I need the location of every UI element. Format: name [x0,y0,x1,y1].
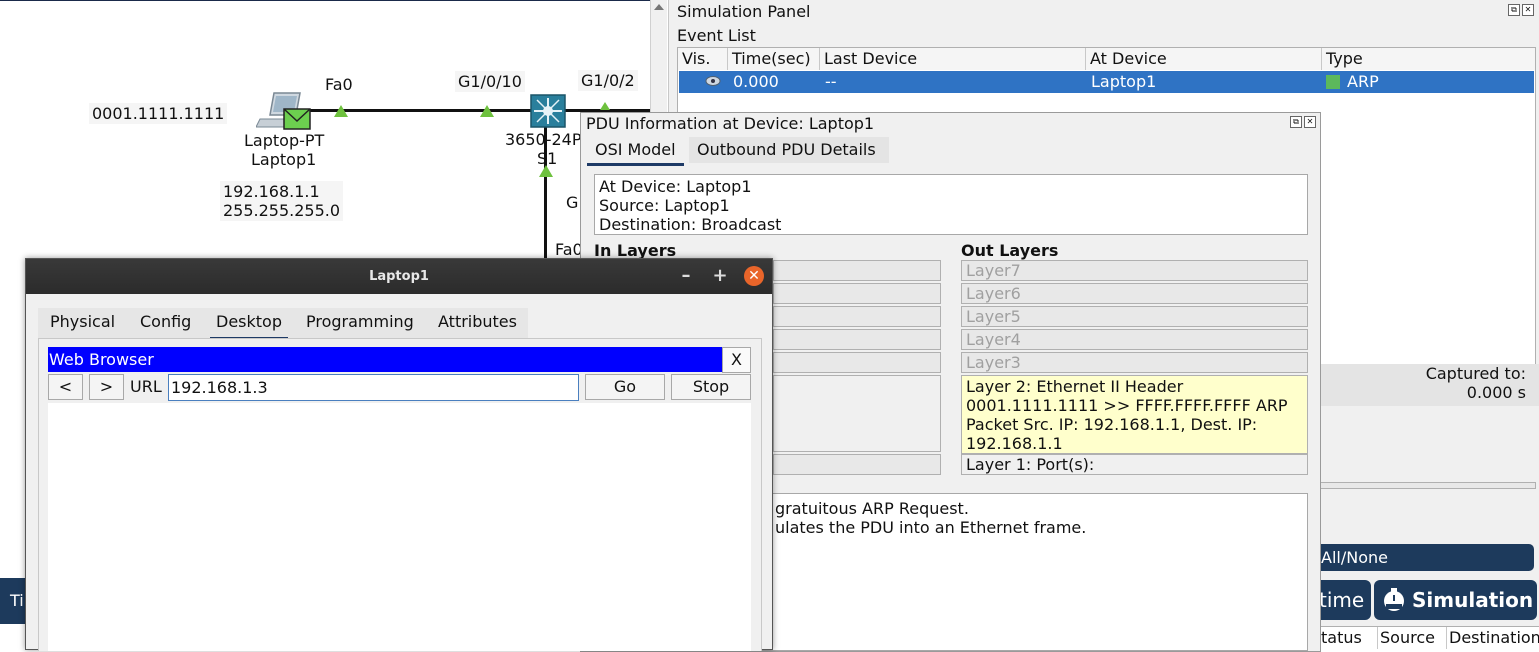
col-type[interactable]: Type [1322,48,1535,70]
description-line-1: gratuitous ARP Request. [775,499,969,518]
col-source[interactable]: Source [1377,627,1447,649]
pdu-dialog-title: PDU Information at Device: Laptop1 [586,114,875,133]
row-last-device: -- [825,72,837,91]
in-layer-1[interactable] [773,454,941,475]
laptop-mask: 255.255.255.0 [223,201,341,220]
link-light-fa0 [334,105,348,117]
tab-attributes[interactable]: Attributes [432,309,523,337]
in-layer-4[interactable] [773,329,941,350]
simulation-button[interactable]: Simulation [1374,580,1537,620]
switch-device-icon[interactable] [528,93,568,129]
laptop-model-label: Laptop-PT [244,131,325,150]
out-layer-1[interactable]: Layer 1: Port(s): [961,454,1308,475]
link-light-g102 [600,102,610,110]
laptop-mac-label: 0001.1111.1111 [89,103,228,124]
tab-programming[interactable]: Programming [300,309,420,337]
in-layer-5[interactable] [773,306,941,327]
timeline-slider[interactable] [1319,482,1536,489]
col-at-device[interactable]: At Device [1086,48,1322,70]
browser-content[interactable] [48,403,751,651]
laptop-device-icon[interactable] [255,91,316,133]
scroll-up-icon[interactable] [654,4,664,10]
port-label-fa0: Fa0 [325,75,353,94]
window-title: Laptop1 [369,269,429,284]
float-icon[interactable]: ⧉ [1290,116,1302,128]
tab-osi-model[interactable]: OSI Model [587,137,684,166]
laptop-ip-label: 192.168.1.1 255.255.255.0 [220,181,344,221]
out-layer-2[interactable]: Layer 2: Ethernet II Header 0001.1111.11… [961,375,1308,454]
tab-physical[interactable]: Physical [44,309,121,337]
col-last-device[interactable]: Last Device [820,48,1086,70]
description-line-2: ulates the PDU into an Ethernet frame. [775,518,1087,537]
stopwatch-icon [1380,586,1408,614]
tab-outbound-pdu-details[interactable]: Outbound PDU Details [689,137,889,163]
pdu-window-buttons: ⧉ ✕ [1290,116,1316,128]
link-light-g1010 [480,105,494,117]
port-label-fa0-lower: Fa0 [555,240,583,259]
pdu-destination: Destination: Broadcast [599,215,782,234]
captured-value: 0.000 s [1466,383,1526,402]
show-all-none-button[interactable]: All/None [1319,544,1534,571]
pdu-at-device: At Device: Laptop1 [599,177,752,196]
float-icon[interactable]: ⧉ [1508,4,1520,16]
tab-desktop[interactable]: Desktop [210,309,288,340]
switch-name-label: S1 [537,149,558,168]
maximize-icon[interactable]: + [710,266,730,286]
simulation-label: Simulation [1412,588,1534,612]
simulation-panel-title: Simulation Panel [677,2,811,21]
row-type: ARP [1347,72,1379,91]
go-button[interactable]: Go [585,374,665,400]
captured-area: Captured to: 0.000 s [1319,364,1539,406]
pdu-source: Source: Laptop1 [599,196,730,215]
port-label-g1010: G1/0/10 [455,71,525,92]
col-status[interactable]: tatus [1319,627,1378,649]
tab-config[interactable]: Config [134,309,197,337]
out-layer-6[interactable]: Layer6 [961,283,1308,304]
in-layer-6[interactable] [773,283,941,304]
eye-icon[interactable] [701,71,721,93]
out-layer-5[interactable]: Layer5 [961,306,1308,327]
col-vis[interactable]: Vis. [678,48,728,70]
in-layer-7[interactable] [773,260,941,281]
forward-button[interactable]: > [89,374,124,400]
out-layer-4[interactable]: Layer4 [961,329,1308,350]
pdu-summary-box: At Device: Laptop1 Source: Laptop1 Desti… [594,174,1308,235]
in-layer-3[interactable] [773,352,941,373]
out-layer-3[interactable]: Layer3 [961,352,1308,373]
row-time: 0.000 [733,72,779,91]
url-label: URL [130,377,162,396]
stop-button[interactable]: Stop [671,374,751,400]
in-layer-2[interactable] [773,375,941,452]
close-icon[interactable]: ✕ [744,266,764,286]
close-icon[interactable]: ✕ [1522,4,1534,16]
minimize-icon[interactable]: – [676,266,696,286]
window-titlebar[interactable]: Laptop1 – + ✕ [26,259,772,294]
url-input[interactable] [168,374,579,401]
browser-close-button[interactable]: X [722,347,751,373]
port-label-g102: G1/0/2 [578,70,638,91]
browser-title-bar: Web Browser [48,347,723,372]
port-label-g-partial: G [566,193,579,212]
realtime-button[interactable]: time [1319,580,1371,620]
table-row[interactable]: 0.000 -- Laptop1 ARP [679,71,1534,93]
pdu-list-header: tatus Source Destination [1319,626,1539,651]
event-list-label: Event List [677,26,756,45]
close-icon[interactable]: ✕ [1304,116,1316,128]
laptop1-window: Laptop1 – + ✕ Physical Config Desktop Pr… [25,258,773,651]
row-at-device: Laptop1 [1091,72,1157,91]
arp-color-swatch [1326,75,1340,89]
panel-window-buttons: ⧉ ✕ [1508,4,1534,16]
out-layers-label: Out Layers [961,241,1059,260]
out-layer-7[interactable]: Layer7 [961,260,1308,281]
laptop-ip: 192.168.1.1 [223,182,320,201]
laptop-name-label: Laptop1 [251,150,317,169]
captured-label: Captured to: [1425,364,1526,383]
col-time[interactable]: Time(sec) [728,48,820,70]
back-button[interactable]: < [48,374,83,400]
col-destination[interactable]: Destination [1447,627,1539,649]
switch-model-label: 3650-24P [505,130,582,149]
